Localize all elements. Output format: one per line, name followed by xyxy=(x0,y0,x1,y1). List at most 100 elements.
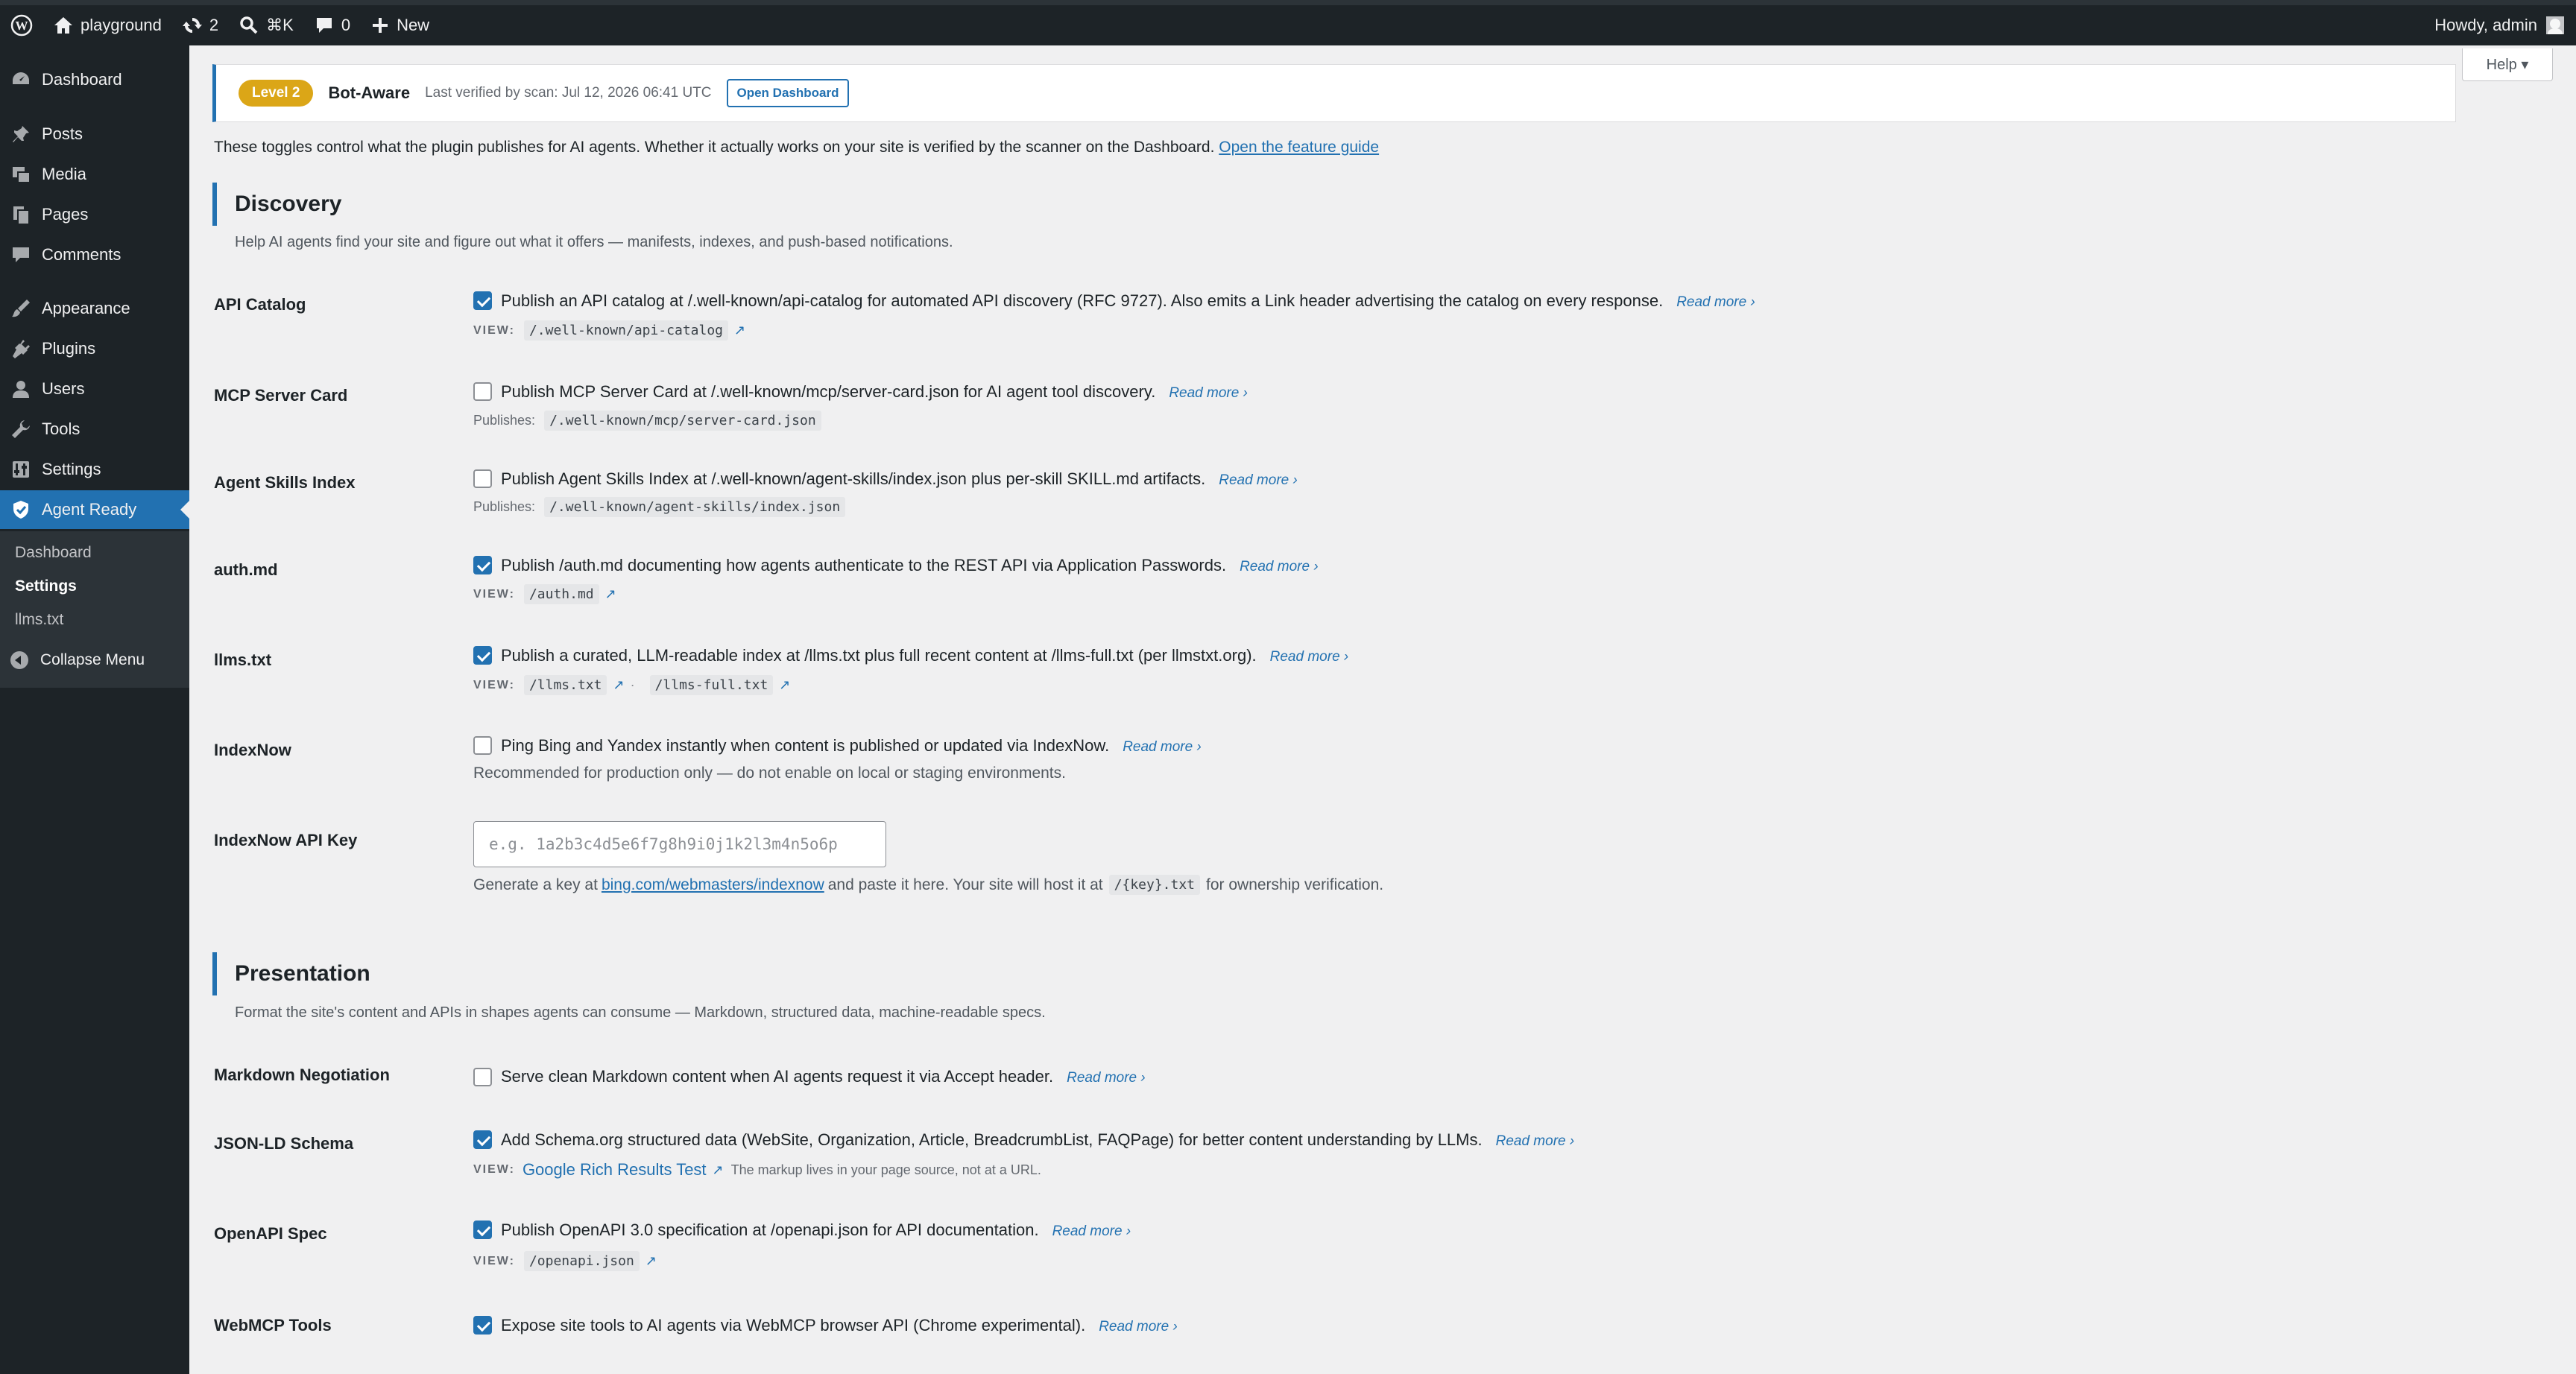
collapse-menu-button[interactable]: Collapse Menu xyxy=(10,651,145,669)
help-tab-button[interactable]: Help ▾ xyxy=(2462,48,2553,81)
admin-bar: W playground 2 ⌘K 0 New Howdy, admin xyxy=(0,5,2576,45)
api-catalog-view: VIEW: /.well-known/api-catalog ↗ xyxy=(473,320,745,341)
mcp-server-card-publishes: Publishes: /.well-known/mcp/server-card.… xyxy=(473,411,821,431)
json-ld-schema-label: JSON-LD Schema xyxy=(214,1134,354,1153)
indexnow-api-key-label: IndexNow API Key xyxy=(214,831,358,849)
api-catalog-checkbox[interactable] xyxy=(473,291,492,310)
external-link-icon[interactable]: ↗ xyxy=(645,1253,657,1269)
markdown-negotiation-description: Serve clean Markdown content when AI age… xyxy=(501,1067,1146,1086)
wrench-icon xyxy=(12,420,30,438)
indexnow-key-help: Generate a key at bing.com/webmasters/in… xyxy=(473,875,1383,895)
read-more-link[interactable]: Read more › xyxy=(1219,472,1298,488)
external-link-icon[interactable]: ↗ xyxy=(734,323,745,338)
bing-indexnow-link[interactable]: bing.com/webmasters/indexnow xyxy=(602,876,824,894)
menu-plugins[interactable]: Plugins xyxy=(0,329,189,368)
read-more-link[interactable]: Read more › xyxy=(1240,559,1319,574)
mcp-server-card-description: Publish MCP Server Card at /.well-known/… xyxy=(501,382,1248,401)
auth-md-description: Publish /auth.md documenting how agents … xyxy=(501,556,1319,574)
openapi-spec-checkbox[interactable] xyxy=(473,1221,492,1239)
openapi-spec-label: OpenAPI Spec xyxy=(214,1224,327,1243)
menu-media[interactable]: Media xyxy=(0,155,189,194)
intro-text: These toggles control what the plugin pu… xyxy=(214,139,1380,156)
read-more-link[interactable]: Read more › xyxy=(1676,294,1755,310)
search-shortcut[interactable]: ⌘K xyxy=(229,5,304,45)
read-more-link[interactable]: Read more › xyxy=(1496,1133,1575,1149)
site-name: playground xyxy=(80,16,162,34)
presentation-description: Format the site's content and APIs in sh… xyxy=(235,1004,1046,1021)
llms-full-txt-path[interactable]: /llms-full.txt xyxy=(649,675,774,695)
submenu-dashboard[interactable]: Dashboard xyxy=(15,544,92,562)
openapi-json-path[interactable]: /openapi.json xyxy=(523,1251,640,1271)
agent-skills-index-checkbox[interactable] xyxy=(473,469,492,488)
avatar xyxy=(2546,16,2564,34)
updates-link[interactable]: 2 xyxy=(172,5,229,45)
auth-md-label: auth.md xyxy=(214,560,278,579)
pages-icon xyxy=(13,206,28,224)
agent-skills-index-label: Agent Skills Index xyxy=(214,473,356,492)
webmcp-tools-checkbox[interactable] xyxy=(473,1316,492,1335)
home-icon xyxy=(54,17,72,34)
indexnow-api-key-input[interactable]: e.g. 1a2b3c4d5e6f7g8h9i0j1k2l3m4n5o6p xyxy=(473,821,886,867)
comments-link[interactable]: 0 xyxy=(304,5,361,45)
api-catalog-description: Publish an API catalog at /.well-known/a… xyxy=(501,291,1755,310)
webmcp-tools-label: WebMCP Tools xyxy=(214,1316,332,1335)
wordpress-logo-icon[interactable]: W xyxy=(0,5,43,45)
external-link-icon[interactable]: ↗ xyxy=(779,677,790,693)
menu-pages[interactable]: Pages xyxy=(0,195,189,234)
mcp-server-card-checkbox[interactable] xyxy=(473,382,492,401)
auth-md-checkbox[interactable] xyxy=(473,556,492,574)
read-more-link[interactable]: Read more › xyxy=(1052,1223,1131,1239)
read-more-link[interactable]: Read more › xyxy=(1123,739,1202,755)
external-link-icon[interactable]: ↗ xyxy=(613,677,624,693)
json-ld-schema-checkbox[interactable] xyxy=(473,1130,492,1149)
open-dashboard-button[interactable]: Open Dashboard xyxy=(726,79,850,107)
markdown-negotiation-checkbox[interactable] xyxy=(473,1068,492,1086)
external-link-icon[interactable]: ↗ xyxy=(605,586,616,602)
level-badge: Level 2 xyxy=(239,80,314,107)
last-verified-text: Last verified by scan: Jul 12, 2026 06:4… xyxy=(425,85,712,101)
submenu-settings[interactable]: Settings xyxy=(15,577,77,595)
menu-appearance[interactable]: Appearance xyxy=(0,289,189,328)
json-ld-schema-view: VIEW: Google Rich Results Test ↗ The mar… xyxy=(473,1160,1041,1180)
menu-tools[interactable]: Tools xyxy=(0,410,189,449)
level-name: Bot-Aware xyxy=(328,83,411,102)
external-link-icon[interactable]: ↗ xyxy=(713,1162,724,1178)
site-name-link[interactable]: playground xyxy=(43,5,172,45)
google-rich-results-link[interactable]: Google Rich Results Test xyxy=(523,1160,707,1180)
my-account[interactable]: Howdy, admin xyxy=(2434,16,2576,35)
submenu-llms-txt[interactable]: llms.txt xyxy=(15,611,63,629)
svg-text:W: W xyxy=(16,19,28,33)
settings-icon xyxy=(13,461,29,478)
read-more-link[interactable]: Read more › xyxy=(1169,385,1248,401)
json-ld-note: The markup lives in your page source, no… xyxy=(730,1162,1041,1177)
menu-agent-ready[interactable]: Agent Ready xyxy=(0,490,189,529)
menu-settings[interactable]: Settings xyxy=(0,450,189,489)
auth-md-view: VIEW: /auth.md ↗ xyxy=(473,584,616,604)
collapse-arrow-icon xyxy=(10,651,28,669)
menu-comments[interactable]: Comments xyxy=(0,235,189,274)
menu-users[interactable]: Users xyxy=(0,370,189,408)
discovery-heading: Discovery xyxy=(212,183,341,226)
feature-guide-link[interactable]: Open the feature guide xyxy=(1219,139,1379,156)
read-more-link[interactable]: Read more › xyxy=(1067,1070,1146,1086)
webmcp-tools-description: Expose site tools to AI agents via WebMC… xyxy=(501,1316,1178,1335)
search-icon xyxy=(240,16,258,34)
mcp-server-card-path: /.well-known/mcp/server-card.json xyxy=(544,411,821,431)
llms-txt-checkbox[interactable] xyxy=(473,646,492,665)
discovery-description: Help AI agents find your site and figure… xyxy=(235,234,953,250)
read-more-link[interactable]: Read more › xyxy=(1099,1319,1178,1335)
new-content-link[interactable]: New xyxy=(361,5,440,45)
refresh-icon xyxy=(182,17,202,34)
plus-icon xyxy=(373,18,388,33)
auth-md-path[interactable]: /auth.md xyxy=(523,584,599,604)
mcp-server-card-label: MCP Server Card xyxy=(214,386,348,405)
menu-posts[interactable]: Posts xyxy=(0,115,189,153)
api-catalog-path[interactable]: /.well-known/api-catalog xyxy=(523,320,729,341)
markdown-negotiation-label: Markdown Negotiation xyxy=(214,1066,390,1084)
indexnow-description: Ping Bing and Yandex instantly when cont… xyxy=(501,736,1202,755)
llms-txt-path[interactable]: /llms.txt xyxy=(523,675,607,695)
read-more-link[interactable]: Read more › xyxy=(1270,649,1349,665)
indexnow-checkbox[interactable] xyxy=(473,736,492,755)
menu-dashboard[interactable]: Dashboard xyxy=(0,60,189,99)
new-label: New xyxy=(397,16,430,34)
